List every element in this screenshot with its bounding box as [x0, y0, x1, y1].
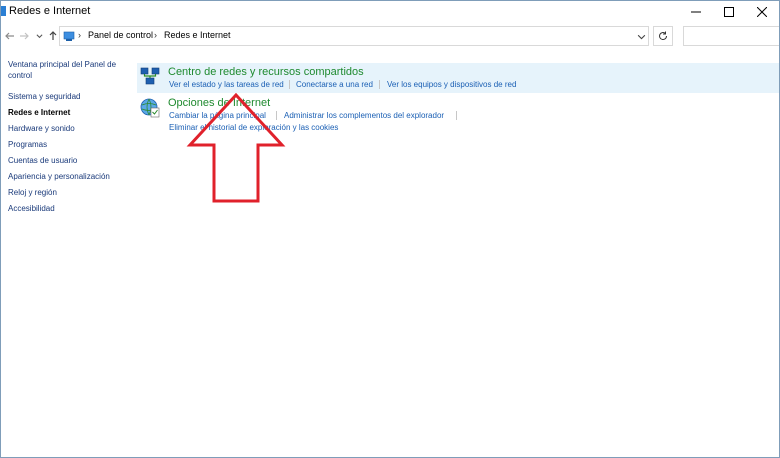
category-network-center[interactable]: Centro de redes y recursos compartidos V…	[137, 63, 779, 93]
sidebar-item-panel-home[interactable]: Ventana principal del Panel de control	[8, 59, 126, 81]
title-bar[interactable]: Redes e Internet	[1, 1, 779, 23]
control-panel-window: Redes e Internet › Panel de control › Re…	[0, 0, 780, 458]
link-network-status[interactable]: Ver el estado y las tareas de red	[169, 80, 284, 89]
link-network-devices[interactable]: Ver los equipos y dispositivos de red	[387, 80, 516, 89]
minimize-button[interactable]	[679, 1, 713, 23]
address-bar[interactable]: › Panel de control › Redes e Internet	[59, 26, 649, 46]
back-arrow-icon	[5, 32, 14, 40]
chevron-down-icon	[637, 34, 645, 39]
link-divider	[379, 80, 380, 89]
control-panel-icon	[63, 31, 75, 41]
sidebar-item-reloj-region[interactable]: Reloj y región	[8, 187, 126, 198]
link-connect-network[interactable]: Conectarse a una red	[296, 80, 373, 89]
sidebar-item-accesibilidad[interactable]: Accesibilidad	[8, 203, 126, 214]
internet-options-icon	[140, 98, 160, 118]
search-input[interactable]	[683, 26, 779, 46]
chevron-down-icon	[36, 33, 42, 38]
breadcrumb-panel-de-control[interactable]: Panel de control	[88, 30, 153, 40]
sidebar-item-apariencia[interactable]: Apariencia y personalización	[8, 171, 126, 182]
refresh-icon	[659, 31, 668, 41]
window-title: Redes e Internet	[9, 5, 91, 17]
forward-button[interactable]	[16, 28, 32, 44]
sidebar-item-cuentas-usuario[interactable]: Cuentas de usuario	[8, 155, 126, 166]
link-divider	[456, 111, 457, 120]
up-arrow-icon	[49, 31, 57, 40]
link-divider	[289, 80, 290, 89]
sidebar-item-sistema-seguridad[interactable]: Sistema y seguridad	[8, 91, 126, 102]
refresh-button[interactable]	[653, 26, 673, 46]
category-title[interactable]: Centro de redes y recursos compartidos	[168, 66, 364, 78]
close-icon	[757, 7, 767, 17]
maximize-icon	[724, 7, 734, 17]
red-up-arrow-icon	[186, 93, 286, 203]
control-panel-app-icon	[1, 6, 6, 16]
close-button[interactable]	[745, 1, 779, 23]
address-history-dropdown[interactable]	[634, 30, 648, 44]
breadcrumb-separator-icon: ›	[154, 30, 157, 40]
breadcrumb-redes-e-internet[interactable]: Redes e Internet	[164, 30, 231, 40]
navigation-bar: › Panel de control › Redes e Internet	[1, 25, 779, 47]
maximize-button[interactable]	[712, 1, 746, 23]
breadcrumb-separator-icon: ›	[78, 30, 81, 40]
forward-arrow-icon	[20, 32, 29, 40]
link-manage-add-ons[interactable]: Administrar los complementos del explora…	[284, 111, 444, 120]
sidebar-item-programas[interactable]: Programas	[8, 139, 126, 150]
network-icon	[140, 67, 160, 85]
minimize-icon	[691, 11, 701, 13]
sidebar-item-hardware-sonido[interactable]: Hardware y sonido	[8, 123, 126, 134]
sidebar-item-redes-internet: Redes e Internet	[8, 108, 71, 117]
